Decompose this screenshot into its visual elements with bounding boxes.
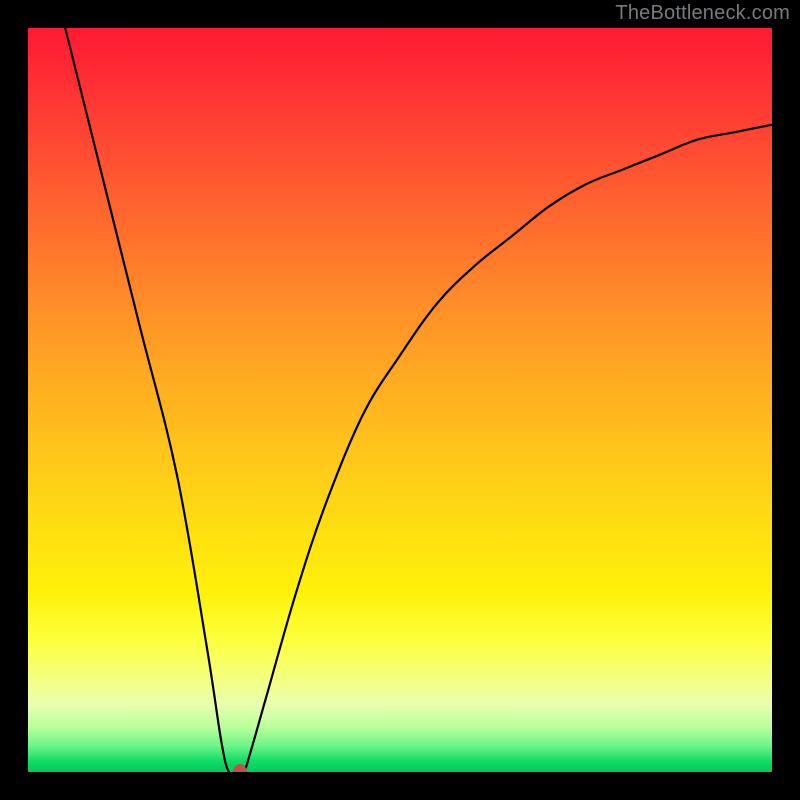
bottleneck-curve — [28, 28, 772, 772]
chart-frame: TheBottleneck.com — [0, 0, 800, 800]
watermark-text: TheBottleneck.com — [615, 2, 790, 25]
plot-area — [28, 28, 772, 772]
